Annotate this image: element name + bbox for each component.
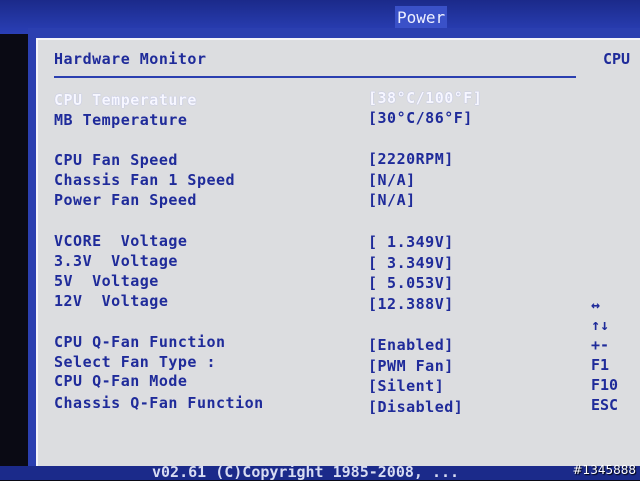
page-title: Hardware Monitor — [54, 50, 207, 68]
cpu-temperature-value: [38°C/100°F] — [368, 89, 483, 107]
cpu-temperature-label[interactable]: CPU Temperature — [54, 91, 197, 109]
arrows-up-down-icon: ↑↓ — [591, 316, 610, 334]
12v-voltage-label[interactable]: 12V Voltage — [54, 292, 168, 310]
12v-voltage-value: [12.388V] — [368, 295, 454, 313]
chassis-fan-1-speed-label[interactable]: Chassis Fan 1 Speed — [54, 171, 235, 189]
5v-voltage-value: [ 5.053V] — [368, 274, 454, 292]
3v3-voltage-label[interactable]: 3.3V Voltage — [54, 252, 178, 270]
vcore-voltage-value: [ 1.349V] — [368, 233, 454, 251]
cpu-fan-speed-value: [2220RPM] — [368, 150, 454, 168]
chassis-qfan-function-value[interactable]: [Disabled] — [368, 398, 463, 416]
esc-key: ESC — [591, 396, 619, 414]
sidebar-title: CPU — [603, 50, 631, 68]
vcore-voltage-label[interactable]: VCORE Voltage — [54, 232, 187, 250]
cpu-qfan-mode-value[interactable]: [Silent] — [368, 377, 444, 395]
5v-voltage-label[interactable]: 5V Voltage — [54, 272, 159, 290]
select-fan-type-value[interactable]: [PWM Fan] — [368, 357, 454, 375]
tab-power[interactable]: Power — [395, 6, 448, 30]
mb-temperature-value: [30°C/86°F] — [368, 109, 473, 127]
title-divider — [54, 76, 576, 78]
mb-temperature-label[interactable]: MB Temperature — [54, 111, 187, 129]
cpu-qfan-function-value[interactable]: [Enabled] — [368, 336, 454, 354]
f1-key: F1 — [591, 356, 610, 374]
chassis-fan-1-speed-value: [N/A] — [368, 171, 416, 189]
plus-minus-key: +- — [591, 336, 610, 354]
cpu-fan-speed-label[interactable]: CPU Fan Speed — [54, 151, 178, 169]
bios-version-footer: v02.61 (C)Copyright 1985-2008, ... — [152, 463, 460, 481]
3v3-voltage-value: [ 3.349V] — [368, 254, 454, 272]
chassis-qfan-function-label[interactable]: Chassis Q-Fan Function — [54, 394, 264, 412]
power-fan-speed-label[interactable]: Power Fan Speed — [54, 191, 197, 209]
cpu-qfan-mode-label[interactable]: CPU Q-Fan Mode — [54, 372, 187, 390]
image-watermark: #1345888 — [572, 463, 637, 477]
cpu-qfan-function-label[interactable]: CPU Q-Fan Function — [54, 333, 226, 351]
f10-key: F10 — [591, 376, 619, 394]
power-fan-speed-value: [N/A] — [368, 191, 416, 209]
arrows-left-right-icon: ↔ — [591, 296, 601, 314]
select-fan-type-label[interactable]: Select Fan Type : — [54, 353, 216, 371]
